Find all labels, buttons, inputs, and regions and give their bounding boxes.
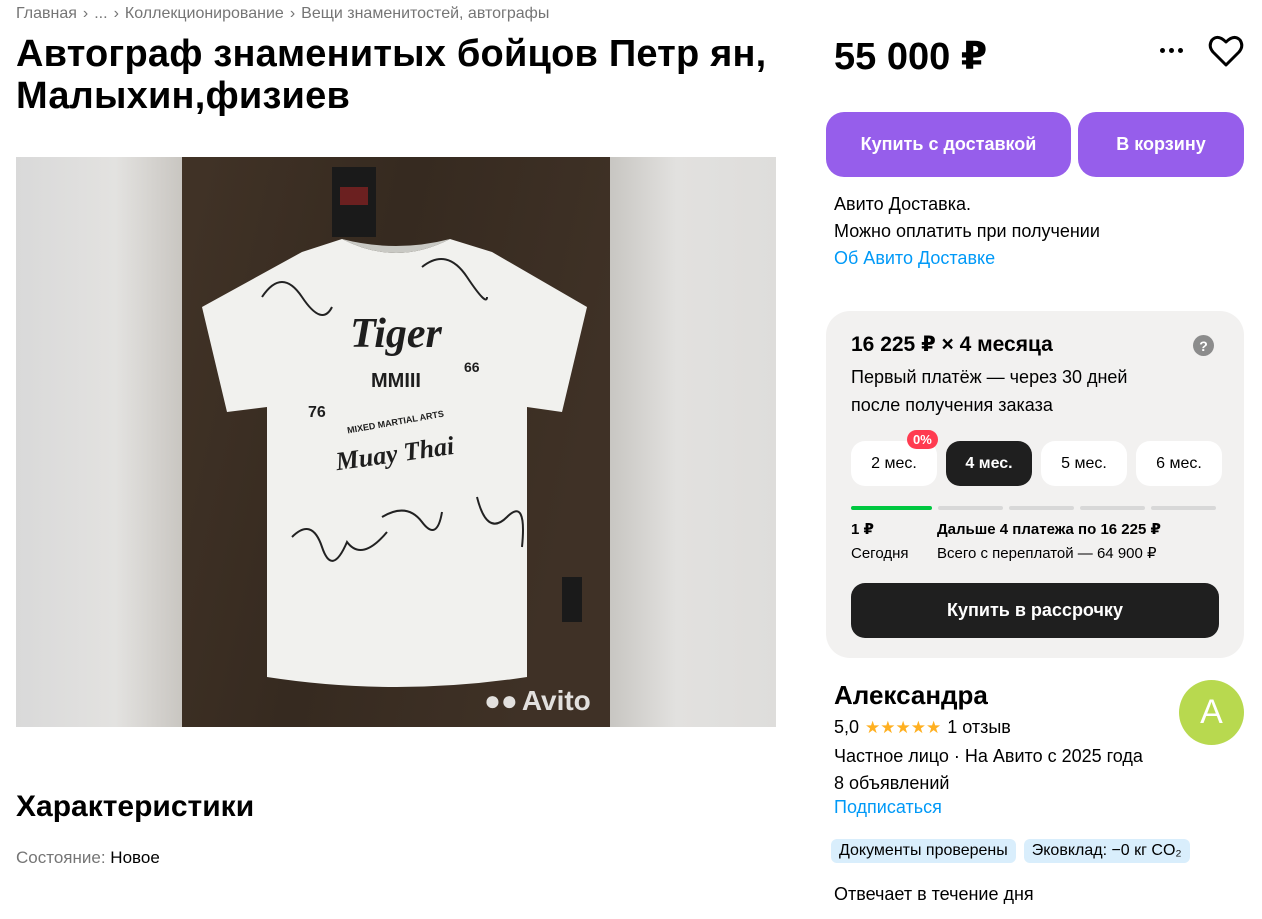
avito-watermark: ●● Avito [484,685,591,717]
page-title: Автограф знаменитых бойцов Петр ян, Малы… [16,33,767,117]
avito-logo-icon: ●● [484,685,518,716]
svg-text:Tiger: Tiger [350,311,442,357]
product-photo[interactable]: Tiger MMIII 76 66 MIXED MARTIAL ARTS Mua… [182,157,610,727]
first-payment-when: Сегодня [851,545,909,562]
tshirt-image: Tiger MMIII 76 66 MIXED MARTIAL ARTS Mua… [182,157,610,727]
breadcrumb-celebrity-items[interactable]: Вещи знаменитостей, автографы [301,5,549,23]
breadcrumb-home[interactable]: Главная [16,5,77,23]
subscribe-link[interactable]: Подписаться [834,797,942,818]
add-to-cart-button[interactable]: В корзину [1078,112,1244,177]
spec-condition-value: Новое [110,848,160,867]
gallery-blur-right [610,157,776,727]
buy-with-delivery-button[interactable]: Купить с доставкой [826,112,1071,177]
month-option-6[interactable]: 6 мес. [1136,441,1222,486]
seller-ads-count[interactable]: 8 объявлений [834,770,1143,797]
seller-type: Частное лицо · На Авито с 2025 года [834,746,1143,766]
breadcrumb-collecting[interactable]: Коллекционирование [125,5,284,23]
seller-badges: Документы проверены Эковклад: −0 кг CO₂ [831,839,1190,863]
buy-in-installments-button[interactable]: Купить в рассрочку [851,583,1219,638]
avatar[interactable]: А [1179,680,1244,745]
delivery-line1: Авито Доставка. [834,194,971,214]
chevron-right-icon: › [113,5,119,22]
spec-condition-label: Состояние: [16,848,106,867]
specs-heading: Характеристики [16,790,255,823]
payment-progress [851,506,1216,510]
delivery-info: Авито Доставка. Можно оплатить при получ… [834,191,1100,272]
zero-percent-badge: 0% [907,430,938,449]
next-payments-text: Дальше 4 платежа по 16 225 ₽ [937,521,1161,538]
seller-info: Частное лицо · На Авито с 2025 года 8 об… [834,743,1143,797]
month-option-4[interactable]: 4 мес. [946,441,1032,486]
first-payment: 1 ₽ Сегодня [851,518,909,566]
month-option-2[interactable]: 2 мес. 0% [851,430,938,486]
documents-verified-badge[interactable]: Документы проверены [831,839,1016,863]
next-payments: Дальше 4 платежа по 16 225 ₽ Всего с пер… [937,518,1161,566]
installment-card: 16 225 ₽ × 4 месяца ? Первый платёж — че… [826,311,1244,658]
spec-condition: Состояние: Новое [16,848,160,868]
about-delivery-link[interactable]: Об Авито Доставке [834,245,1100,272]
month-option-label: 2 мес. [871,454,917,472]
svg-text:76: 76 [308,404,326,421]
favorite-heart-icon[interactable] [1208,34,1244,68]
price: 55 000 ₽ [834,36,988,78]
chevron-right-icon: › [289,5,296,22]
more-options-icon[interactable] [1156,38,1186,62]
seller-name[interactable]: Александра [834,680,988,711]
reviews-link[interactable]: 1 отзыв [947,717,1011,738]
first-payment-amount: 1 ₽ [851,521,874,538]
chevron-right-icon: › [82,5,89,22]
installment-month-options: 2 мес. 0% 4 мес. 5 мес. 6 мес. [851,430,1222,486]
eco-contribution-badge[interactable]: Эковклад: −0 кг CO₂ [1023,839,1190,863]
rating-value: 5,0 [834,717,860,737]
svg-text:MMIII: MMIII [371,370,421,392]
total-with-overpay: Всего с переплатой — 64 900 ₽ [937,545,1157,562]
installment-headline: 16 225 ₽ × 4 месяца [851,333,1053,356]
svg-text:66: 66 [464,359,480,375]
photo-gallery[interactable]: Tiger MMIII 76 66 MIXED MARTIAL ARTS Mua… [16,157,776,727]
seller-rating: 5,0 ★★★★★ 1 отзыв [834,717,1011,738]
breadcrumb: Главная › ... › Коллекционирование › Вещ… [16,5,549,23]
breadcrumb-ellipsis[interactable]: ... [94,5,107,23]
reply-time: Отвечает в течение дня [834,884,1034,904]
delivery-line2: Можно оплатить при получении [834,221,1100,241]
gallery-blur-left [16,157,182,727]
installment-subtitle: Первый платёж — через 30 дней после полу… [851,367,1128,415]
watermark-text: Avito [521,685,591,716]
month-option-5[interactable]: 5 мес. [1041,441,1127,486]
star-icons: ★★★★★ [865,717,942,737]
help-icon[interactable]: ? [1193,335,1214,356]
